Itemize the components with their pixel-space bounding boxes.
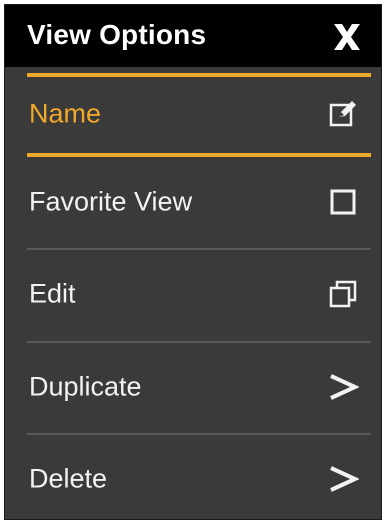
menu-item-edit[interactable]: Edit: [5, 251, 381, 337]
menu-item-label: Favorite View: [29, 186, 193, 217]
menu-item-label: Name: [29, 98, 102, 129]
menu-item-delete[interactable]: Delete: [5, 436, 381, 522]
chevron-right-icon[interactable]: [325, 369, 361, 405]
view-options-dialog: View Options Name Favorite View Edit Dup…: [4, 4, 382, 520]
selection-rule-bottom: [27, 153, 371, 157]
close-icon: [334, 24, 360, 50]
menu-item-label: Delete: [29, 463, 108, 494]
dialog-header: View Options: [5, 5, 381, 67]
divider: [27, 248, 371, 250]
checkbox-icon[interactable]: [325, 184, 361, 220]
close-button[interactable]: [327, 17, 367, 57]
menu-item-label: Duplicate: [29, 371, 142, 402]
menu-item-duplicate[interactable]: Duplicate: [5, 344, 381, 430]
edit-icon[interactable]: [325, 96, 361, 132]
menu-item-name[interactable]: Name: [5, 71, 381, 157]
menu-item-favorite-view[interactable]: Favorite View: [5, 159, 381, 245]
dialog-title: View Options: [27, 19, 207, 50]
divider: [27, 341, 371, 343]
menu-item-label: Edit: [29, 278, 76, 309]
copy-icon[interactable]: [325, 276, 361, 312]
chevron-right-icon[interactable]: [325, 461, 361, 497]
divider: [27, 433, 371, 435]
